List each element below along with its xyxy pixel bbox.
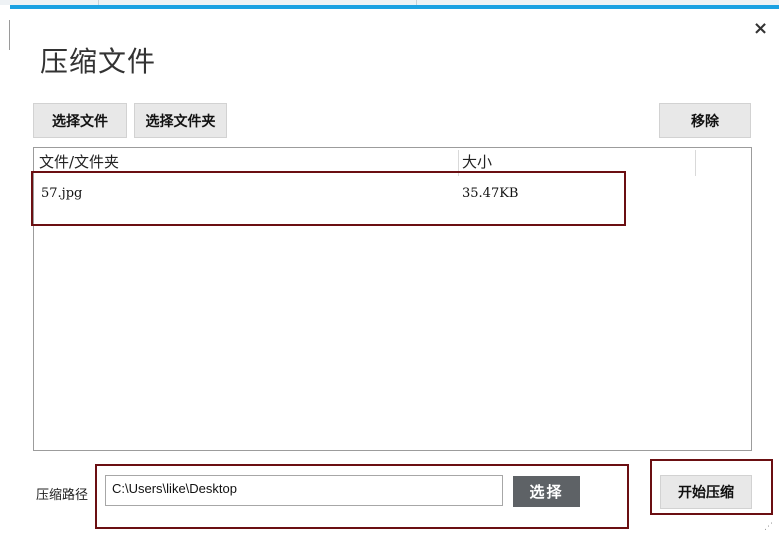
resize-grip-icon[interactable]: ⋰: [764, 522, 773, 532]
compress-path-input[interactable]: C:\Users\like\Desktop: [105, 475, 503, 506]
dialog-accent-bar: [10, 5, 779, 9]
close-icon[interactable]: ×: [753, 18, 768, 39]
window-edge: [9, 20, 10, 50]
start-compress-button[interactable]: 开始压缩: [660, 475, 752, 509]
choose-file-button[interactable]: 选择文件: [33, 103, 127, 138]
highlight-box-file-row: [31, 171, 626, 226]
choose-folder-button[interactable]: 选择文件夹: [134, 103, 227, 138]
column-separator[interactable]: [695, 150, 696, 176]
dialog-title: 压缩文件: [40, 45, 157, 78]
remove-button[interactable]: 移除: [659, 103, 751, 138]
select-path-button[interactable]: 选择: [513, 476, 580, 507]
compress-path-label: 压缩路径: [36, 488, 89, 503]
